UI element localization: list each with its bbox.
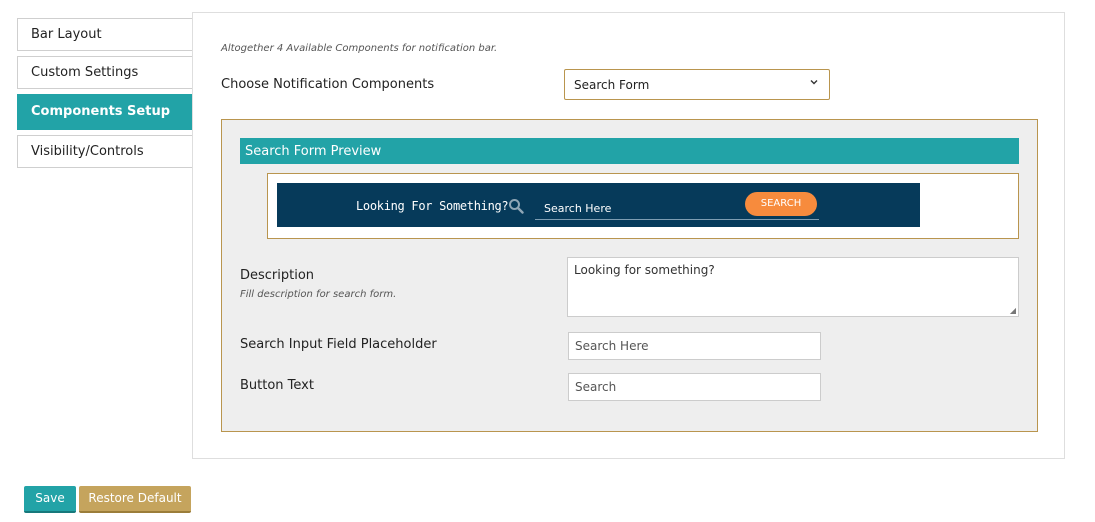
search-form-settings: Search Form Preview Looking For Somethin…	[221, 119, 1038, 432]
bar-search-button[interactable]: SEARCH	[745, 192, 817, 216]
components-panel: Altogether 4 Available Components for no…	[192, 12, 1065, 459]
components-info-text: Altogether 4 Available Components for no…	[221, 43, 498, 54]
button-text-input[interactable]: Search	[568, 373, 821, 401]
choose-components-label: Choose Notification Components	[221, 77, 435, 92]
components-select-value: Search Form	[574, 78, 650, 92]
description-textarea[interactable]: Looking for something? ◢	[567, 257, 1019, 317]
notification-bar-preview: Looking For Something? Search Here SEARC…	[277, 183, 920, 227]
description-value: Looking for something?	[574, 263, 715, 277]
tab-custom-settings[interactable]: Custom Settings	[17, 56, 193, 89]
components-select[interactable]: Search Form	[564, 69, 830, 100]
restore-default-button[interactable]: Restore Default	[79, 486, 191, 513]
preview-header: Search Form Preview	[240, 138, 1019, 164]
tab-visibility-controls[interactable]: Visibility/Controls	[17, 135, 193, 168]
tab-components-setup[interactable]: Components Setup	[17, 94, 193, 130]
description-hint: Fill description for search form.	[240, 289, 397, 300]
settings-tabs: Bar Layout Custom Settings Components Se…	[17, 18, 193, 173]
placeholder-input[interactable]: Search Here	[568, 332, 821, 360]
search-icon	[508, 198, 524, 214]
save-button[interactable]: Save	[24, 486, 76, 513]
chevron-down-icon	[809, 76, 819, 90]
button-text-label: Button Text	[240, 378, 314, 393]
tab-bar-layout[interactable]: Bar Layout	[17, 18, 193, 51]
resize-grip-icon[interactable]: ◢	[1010, 306, 1016, 315]
bar-text: Looking For Something?	[356, 199, 509, 213]
preview-box: Looking For Something? Search Here SEARC…	[267, 173, 1019, 239]
description-label: Description	[240, 268, 315, 283]
placeholder-label: Search Input Field Placeholder	[240, 337, 437, 352]
